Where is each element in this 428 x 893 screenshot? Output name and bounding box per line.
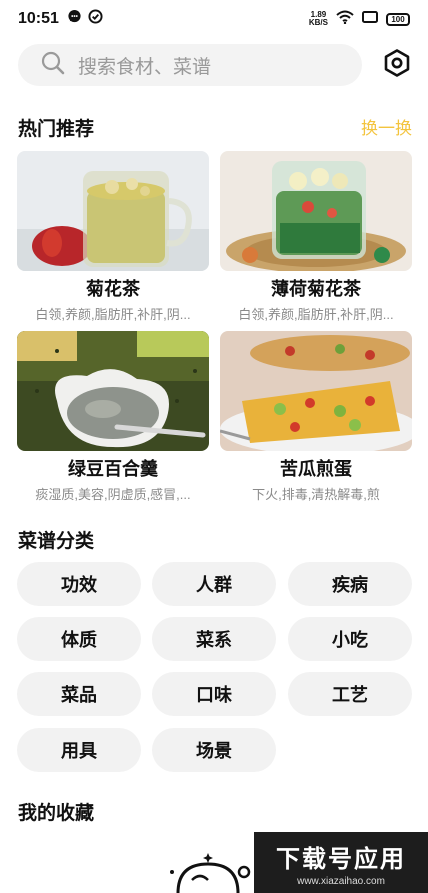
- battery-indicator: 100: [386, 12, 410, 26]
- wifi-icon: [336, 10, 354, 29]
- category-section-title: 菜谱分类: [18, 531, 95, 552]
- settings-button[interactable]: [380, 48, 414, 82]
- status-bar: 10:51 1.89 KB/S 100: [0, 0, 428, 38]
- status-time: 10:51: [18, 10, 59, 27]
- recipe-card[interactable]: 苦瓜煎蛋 下火,排毒,清热解毒,煎: [220, 331, 412, 503]
- category-chip-constitution[interactable]: 体质: [17, 617, 141, 661]
- recipe-tags: 白领,养颜,脂肪肝,补肝,阴...: [35, 307, 191, 322]
- favorites-section-title: 我的收藏: [18, 803, 95, 824]
- search-icon: [40, 50, 66, 81]
- recipe-name: 绿豆百合羹: [68, 459, 158, 479]
- recipe-tags: 白领,养颜,脂肪肝,补肝,阴...: [238, 307, 394, 322]
- category-chip-utensil[interactable]: 用具: [17, 728, 141, 772]
- network-speed: 1.89 KB/S: [309, 11, 328, 27]
- recipe-name: 菊花茶: [86, 279, 140, 299]
- recipe-tags: 下火,排毒,清热解毒,煎: [252, 487, 380, 502]
- search-placeholder: 搜索食材、菜谱: [78, 56, 212, 78]
- watermark-url: www.xiazaihao.com: [297, 875, 385, 887]
- recipe-card[interactable]: 薄荷菊花茶 白领,养颜,脂肪肝,补肝,阴...: [220, 151, 412, 323]
- category-chip-efficacy[interactable]: 功效: [17, 562, 141, 606]
- status-right: 1.89 KB/S 100: [309, 10, 410, 29]
- recipe-photo: [220, 151, 412, 271]
- recipe-card[interactable]: 菊花茶 白领,养颜,脂肪肝,补肝,阴...: [17, 151, 209, 323]
- gear-icon: [382, 48, 412, 83]
- category-chip-disease[interactable]: 疾病: [288, 562, 412, 606]
- watermark: 下载号应用 www.xiazaihao.com: [254, 832, 428, 893]
- screen-cast-icon: [362, 10, 378, 29]
- watermark-title: 下载号应用: [276, 844, 406, 873]
- refresh-button[interactable]: 换一换: [361, 114, 412, 139]
- hot-section-title: 热门推荐: [18, 119, 95, 140]
- category-chip-snack[interactable]: 小吃: [288, 617, 412, 661]
- chat-bubble-icon: [67, 9, 82, 29]
- recipe-tags: 痰湿质,美容,阴虚质,感冒,...: [35, 487, 191, 502]
- category-chip-crowd[interactable]: 人群: [152, 562, 276, 606]
- status-left-icons: [67, 9, 103, 29]
- recipe-photo: [17, 331, 209, 451]
- recipe-name: 苦瓜煎蛋: [280, 459, 352, 479]
- category-chip-dish[interactable]: 菜品: [17, 672, 141, 716]
- check-circle-icon: [88, 9, 103, 29]
- empty-favorites-illustration: [156, 850, 266, 893]
- category-chip-flavor[interactable]: 口味: [152, 672, 276, 716]
- network-speed-unit: KB/S: [308, 18, 328, 27]
- recipe-card[interactable]: 绿豆百合羹 痰湿质,美容,阴虚质,感冒,...: [17, 331, 209, 503]
- category-chip-technique[interactable]: 工艺: [288, 672, 412, 716]
- recipe-photo: [220, 331, 412, 451]
- recipe-photo: [17, 151, 209, 271]
- category-chip-cuisine[interactable]: 菜系: [152, 617, 276, 661]
- search-input[interactable]: 搜索食材、菜谱: [18, 44, 362, 86]
- category-chip-scene[interactable]: 场景: [152, 728, 276, 772]
- recipe-name: 薄荷菊花茶: [271, 279, 361, 299]
